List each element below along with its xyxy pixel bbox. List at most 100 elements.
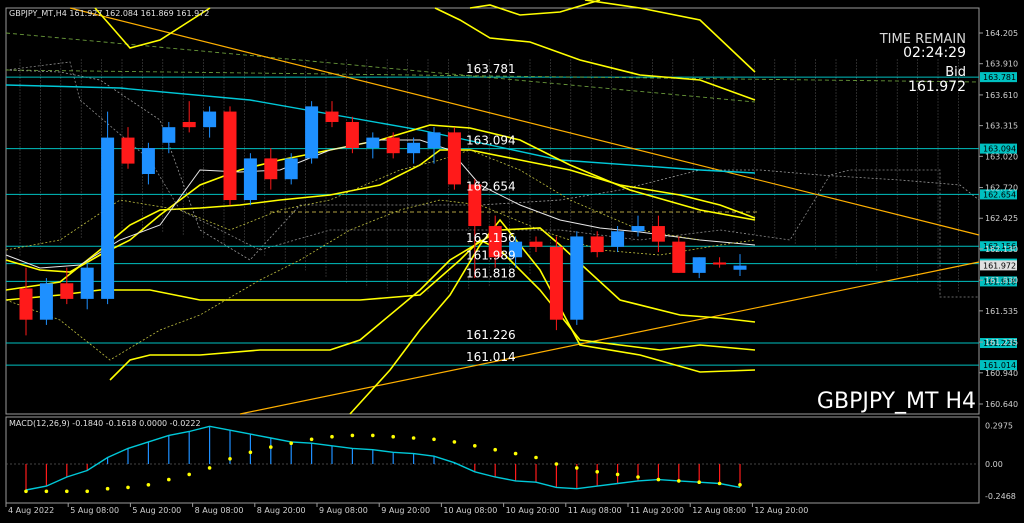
bear-candle	[672, 241, 686, 273]
chart-canvas[interactable]: 163.781 163.094 162.654 162.156 161.989 161.8…	[0, 0, 1024, 519]
bull-candle	[366, 137, 380, 148]
time-tick-label[interactable]: 11 Aug 20:00	[630, 506, 684, 515]
time-tick-label[interactable]: 10 Aug 08:00	[443, 506, 497, 515]
time-tick-label[interactable]: 5 Aug 20:00	[132, 506, 181, 515]
macd-signal-dot	[452, 440, 457, 444]
bull-candle	[39, 283, 53, 320]
bid-value: 161.972	[908, 79, 966, 95]
time-tick-label[interactable]: 10 Aug 20:00	[506, 506, 560, 515]
macd-signal-dot	[228, 457, 232, 461]
macd-signal-dot	[371, 433, 375, 438]
macd-signal-dot	[615, 472, 620, 477]
price-tick-label[interactable]: 162.720	[985, 184, 1018, 193]
bull-candle	[80, 267, 94, 299]
bear-candle	[264, 158, 278, 180]
price-tick-label[interactable]: 161.830	[985, 276, 1018, 285]
bull-candle	[427, 132, 441, 148]
level-value-label: 161.226	[466, 328, 516, 342]
level-value-label: 162.654	[466, 179, 516, 193]
bear-candle	[19, 288, 33, 320]
macd-signal-dot	[432, 437, 436, 442]
bear-candle	[345, 121, 359, 148]
price-tick-label[interactable]: 163.020	[985, 152, 1018, 161]
macd-signal-dot	[289, 441, 294, 446]
bollinger-ma-line	[5, 124, 756, 273]
trading-chart-window[interactable]: 163.781 163.094 162.654 162.156 161.989 161.8…	[0, 0, 1024, 519]
time-tick-label[interactable]: 12 Aug 08:00	[692, 506, 746, 515]
price-tick-label[interactable]: 163.610	[985, 91, 1018, 100]
bid-badge-label: 161.972	[983, 261, 1016, 270]
bollinger-ma-line	[5, 149, 756, 291]
macd-signal-dot	[575, 466, 579, 470]
bull-candle	[692, 257, 706, 273]
price-tick-label[interactable]: 163.910	[985, 60, 1018, 69]
bear-candle	[651, 226, 665, 242]
price-axis[interactable]: 163.781163.094162.654162.156161.989161.8…	[979, 29, 1018, 409]
bear-candle	[529, 241, 543, 247]
time-tick-label[interactable]: 8 Aug 20:00	[257, 506, 306, 515]
macd-signal-dot	[187, 472, 191, 477]
cyan-ma-line	[5, 84, 756, 174]
time-axis[interactable]: 4 Aug 2022 5 Aug 08:00 5 Aug 20:00 8 Aug 08…	[5, 503, 808, 515]
time-tick-label[interactable]: 12 Aug 20:00	[754, 506, 808, 515]
bull-candle	[243, 158, 257, 201]
moving-averages	[5, 0, 756, 415]
macd-signal-dot	[595, 470, 599, 474]
bull-candle	[611, 231, 625, 247]
bull-candle	[407, 142, 421, 154]
macd-signal-dot	[207, 466, 212, 470]
price-tick-label[interactable]: 160.940	[985, 369, 1018, 378]
bear-candle	[60, 283, 74, 299]
bollinger-ma-line	[584, 0, 756, 73]
macd-signal-dot	[65, 489, 69, 494]
level-value-label: 163.781	[466, 62, 516, 76]
price-tick-label[interactable]: 162.425	[985, 214, 1018, 223]
bear-candle	[590, 236, 604, 253]
time-tick-label[interactable]: 5 Aug 08:00	[70, 506, 119, 515]
time-tick-label[interactable]: 4 Aug 2022	[8, 506, 54, 515]
bull-candle	[733, 265, 747, 270]
price-tick-label[interactable]: 161.235	[985, 338, 1018, 347]
price-tick-label[interactable]: 164.205	[985, 29, 1018, 38]
price-tick-label[interactable]: 162.130	[985, 245, 1018, 254]
macd-signal-dot	[717, 481, 722, 486]
price-tick-label[interactable]: 160.640	[985, 400, 1018, 409]
bear-candle	[447, 132, 461, 185]
symbol-watermark: GBPJPY_MT H4	[817, 389, 976, 414]
macd-signal-dot	[473, 444, 477, 448]
time-tick-label[interactable]: 11 Aug 08:00	[568, 506, 622, 515]
bid-label: Bid	[945, 65, 966, 80]
level-value-label: 161.014	[466, 350, 516, 364]
macd-signal-dot	[309, 437, 314, 442]
level-value-label: 162.156	[466, 231, 516, 245]
macd-signal-dot	[85, 489, 89, 494]
macd-signal-dot	[738, 483, 742, 487]
time-tick-label[interactable]: 8 Aug 08:00	[195, 506, 244, 515]
macd-signal-dot	[513, 451, 518, 456]
macd-axis: 0.2975 0.00 -0.2468	[985, 421, 1016, 501]
price-tick-label[interactable]: 161.535	[985, 307, 1018, 316]
white-ma-line	[5, 139, 756, 269]
level-value-label: 161.989	[466, 249, 516, 263]
macd-signal-dot	[146, 483, 151, 487]
bull-candle	[101, 137, 115, 299]
macd-signal-dot	[350, 433, 355, 438]
macd-signal-dot	[534, 455, 538, 460]
macd-signal-dot	[248, 450, 253, 455]
bear-candle	[182, 121, 196, 128]
macd-signal-dot	[554, 462, 559, 466]
macd-signal-dot	[330, 434, 334, 439]
bull-candle	[305, 106, 319, 159]
macd-axis-label: 0.2975	[985, 421, 1013, 430]
bollinger-ma-line	[5, 239, 756, 351]
time-tick-label[interactable]: 9 Aug 08:00	[319, 506, 368, 515]
time-tick-label[interactable]: 9 Aug 20:00	[381, 506, 430, 515]
bear-candle	[386, 137, 400, 154]
macd-signal-dot	[105, 486, 110, 491]
macd-signal-dot	[44, 489, 49, 494]
bull-candle	[570, 236, 584, 320]
macd-signal-dot	[269, 445, 273, 449]
bear-candle	[325, 111, 339, 122]
price-tick-label[interactable]: 163.315	[985, 122, 1018, 131]
level-value-label: 163.094	[466, 134, 516, 148]
